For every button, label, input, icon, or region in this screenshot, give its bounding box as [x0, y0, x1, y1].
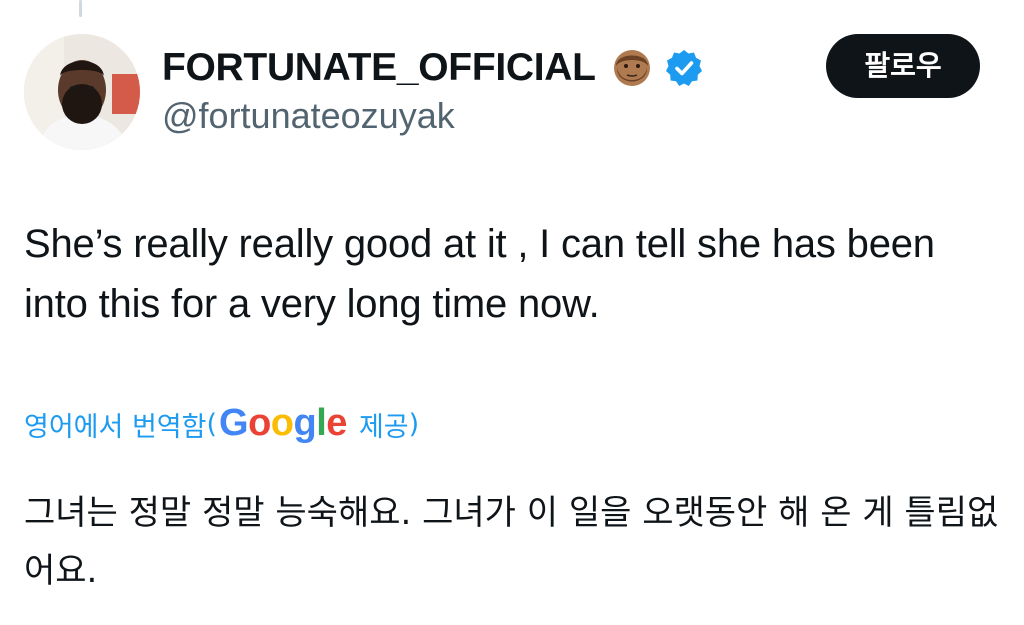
tweet-text: She’s really really good at it , I can t… — [24, 222, 935, 326]
close-paren: ) — [408, 408, 420, 440]
bearded-man-emoji-icon — [610, 46, 654, 90]
user-handle[interactable]: @fortunateozuyak — [162, 94, 782, 138]
avatar-photo — [24, 34, 140, 150]
translated-from-english-link[interactable]: 영어에서 번역함 — [24, 405, 206, 444]
avatar[interactable] — [24, 34, 140, 150]
follow-button[interactable]: 팔로우 — [826, 34, 980, 98]
provided-by-label: 제공 — [358, 411, 409, 443]
thread-connector-line — [79, 0, 82, 17]
google-logo: Google — [219, 401, 347, 444]
translation-attribution: 영어에서 번역함 ( Google 제공 ) — [24, 398, 419, 450]
translated-tweet-text: 그녀는 정말 정말 능숙해요. 그녀가 이 일을 오랫동안 해 온 게 틀림없어… — [24, 493, 999, 591]
display-name[interactable]: FORTUNATE_OFFICIAL — [162, 44, 596, 92]
name-row: FORTUNATE_OFFICIAL — [162, 44, 782, 92]
verified-badge-icon[interactable] — [664, 48, 704, 88]
open-paren: ( — [206, 408, 218, 440]
tweet-header: FORTUNATE_OFFICIAL @fortunateozuyak — [162, 44, 782, 138]
